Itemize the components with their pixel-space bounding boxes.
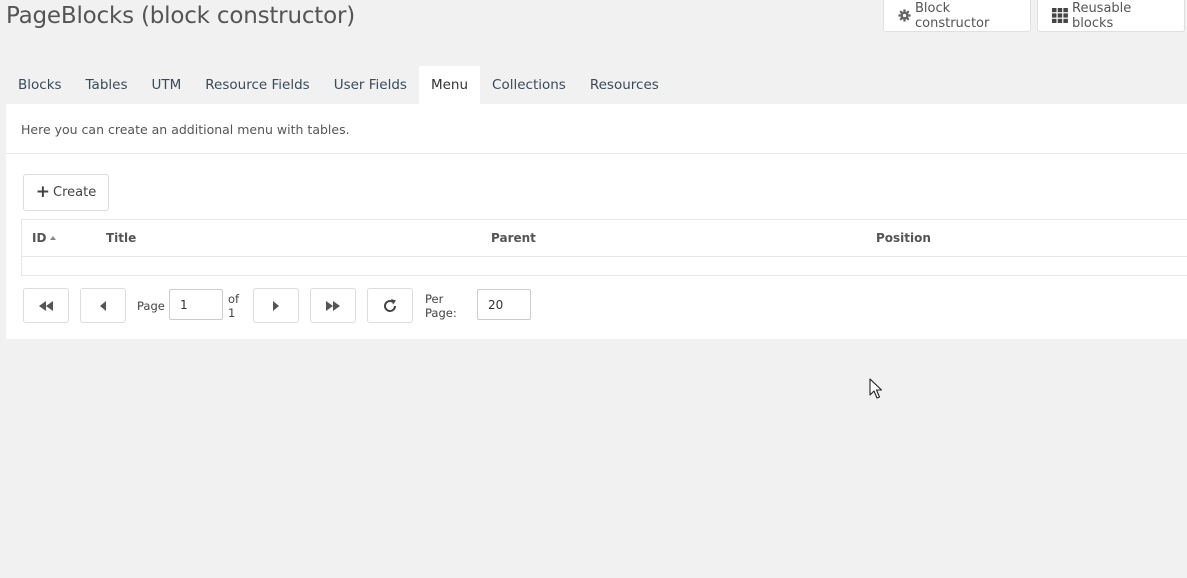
page-count-label: of 1	[228, 291, 240, 320]
menu-panel: Here you can create an additional menu w…	[6, 104, 1187, 339]
tab-utm[interactable]: UTM	[140, 66, 194, 104]
first-page-button[interactable]	[23, 288, 69, 323]
menu-grid: ID Title Parent Position	[21, 219, 1187, 276]
tab-resources[interactable]: Resources	[578, 66, 671, 104]
gear-icon	[898, 9, 911, 22]
tab-collections[interactable]: Collections	[480, 66, 578, 104]
create-button-label: Create	[53, 185, 97, 200]
mouse-cursor-icon	[869, 378, 883, 404]
block-constructor-label: Block constructor	[915, 0, 990, 31]
tab-user-fields[interactable]: User Fields	[322, 66, 419, 104]
right-arrow-icon	[273, 300, 279, 311]
tab-bar: Blocks Tables UTM Resource Fields User F…	[6, 66, 671, 104]
block-constructor-button[interactable]: Block constructor	[883, 0, 1031, 32]
reusable-blocks-label: Reusable blocks	[1072, 0, 1132, 31]
refresh-button[interactable]	[367, 288, 413, 323]
double-left-arrow-icon	[39, 300, 53, 311]
tab-tables[interactable]: Tables	[74, 66, 140, 104]
refresh-icon	[384, 298, 397, 312]
page-number-input[interactable]	[169, 289, 223, 320]
tab-blocks[interactable]: Blocks	[6, 66, 74, 104]
column-header-title[interactable]: Title	[106, 220, 136, 256]
panel-divider	[6, 153, 1187, 154]
tab-resource-fields[interactable]: Resource Fields	[193, 66, 321, 104]
column-header-id[interactable]: ID	[32, 220, 57, 256]
plus-icon: +	[35, 182, 51, 202]
per-page-label: Per Page:	[425, 291, 457, 320]
grid-header: ID Title Parent Position	[22, 220, 1187, 257]
column-header-parent[interactable]: Parent	[491, 220, 536, 256]
page-label: Page	[137, 298, 165, 313]
double-right-arrow-icon	[326, 300, 340, 311]
grid-icon	[1052, 8, 1068, 23]
create-button[interactable]: + Create	[23, 174, 109, 211]
panel-intro-text: Here you can create an additional menu w…	[21, 122, 350, 137]
tab-menu[interactable]: Menu	[418, 66, 481, 104]
last-page-button[interactable]	[310, 288, 356, 323]
page-title: PageBlocks (block constructor)	[6, 3, 355, 29]
column-header-position[interactable]: Position	[876, 220, 931, 256]
per-page-input[interactable]	[477, 289, 531, 320]
next-page-button[interactable]	[253, 288, 299, 323]
prev-page-button[interactable]	[80, 288, 126, 323]
left-arrow-icon	[100, 300, 106, 311]
reusable-blocks-button[interactable]: Reusable blocks	[1037, 0, 1185, 32]
sort-ascending-icon	[50, 236, 57, 240]
